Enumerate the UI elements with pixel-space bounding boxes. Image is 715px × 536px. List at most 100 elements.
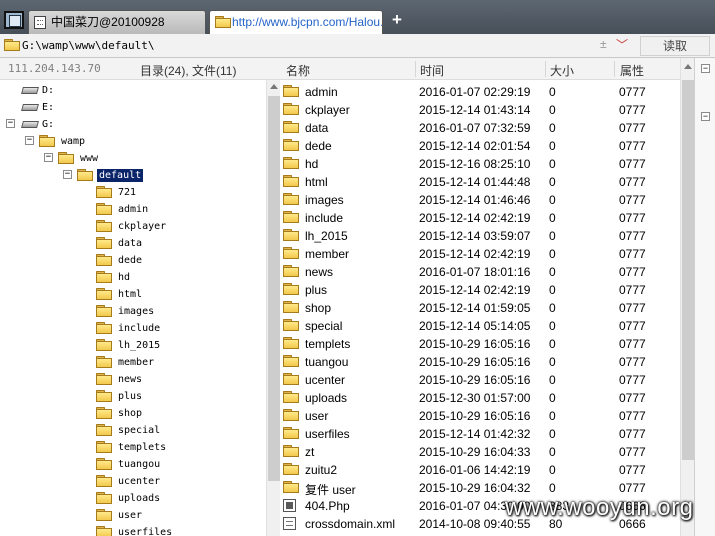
folder-icon — [4, 39, 20, 51]
file-name: images — [305, 193, 344, 207]
tree-folder[interactable]: − default — [0, 167, 266, 184]
scroll-up-icon[interactable] — [270, 84, 278, 89]
file-list-scrollbar[interactable] — [680, 58, 694, 536]
scrollbar-thumb[interactable] — [268, 96, 280, 481]
folder-row[interactable]: plus 2015-12-14 02:42:19 0 0777 — [280, 280, 680, 298]
folder-row[interactable]: templets 2015-10-29 16:05:16 0 0777 — [280, 334, 680, 352]
file-time: 2015-10-29 16:05:16 — [419, 373, 531, 387]
tree-collapse-icon[interactable]: − — [44, 153, 53, 162]
folder-icon — [283, 463, 299, 475]
file-perm: 0777 — [619, 409, 646, 423]
folder-row[interactable]: news 2016-01-07 18:01:16 0 0777 — [280, 262, 680, 280]
file-name: data — [305, 121, 329, 135]
collapse-icon[interactable]: − — [701, 112, 710, 121]
tree-folder[interactable]: news — [0, 371, 266, 388]
column-separator — [545, 61, 546, 77]
folder-row[interactable]: userfiles 2015-12-14 01:42:32 0 0777 — [280, 424, 680, 442]
column-header-time[interactable]: 时间 — [420, 62, 444, 79]
tree-folder[interactable]: templets — [0, 439, 266, 456]
tree-folder[interactable]: 721 — [0, 184, 266, 201]
tree-folder[interactable]: dede — [0, 252, 266, 269]
tree-drive[interactable]: D: — [0, 82, 266, 99]
tree-drive[interactable]: E: — [0, 99, 266, 116]
folder-icon — [283, 157, 299, 169]
tree-folder[interactable]: ucenter — [0, 473, 266, 490]
app-menu-icon[interactable] — [4, 11, 24, 29]
tree-folder[interactable]: uploads — [0, 490, 266, 507]
file-size: 0 — [549, 463, 556, 477]
folder-icon — [96, 492, 112, 504]
file-size: 0 — [549, 85, 556, 99]
tab-label: 中国菜刀@20100928 — [51, 15, 165, 29]
tree-collapse-icon[interactable]: − — [63, 170, 72, 179]
folder-row[interactable]: user 2015-10-29 16:05:16 0 0777 — [280, 406, 680, 424]
tree-label: G: — [42, 119, 55, 130]
path-input[interactable] — [20, 37, 606, 55]
read-button[interactable]: 读取 — [640, 36, 710, 56]
tree-folder[interactable]: tuangou — [0, 456, 266, 473]
scroll-up-icon[interactable] — [684, 64, 692, 69]
tree-label: hd — [118, 272, 131, 283]
tree-folder[interactable]: user — [0, 507, 266, 524]
file-name: 404.Php — [305, 499, 350, 513]
tree-scrollbar[interactable] — [266, 80, 280, 536]
column-header-perm[interactable]: 属性 — [620, 62, 644, 79]
tree-folder[interactable]: member — [0, 354, 266, 371]
folder-row[interactable]: special 2015-12-14 05:14:05 0 0777 — [280, 316, 680, 334]
tab-chopper[interactable]: 中国菜刀@20100928 — [28, 10, 206, 34]
file-name: tuangou — [305, 355, 349, 369]
tree-folder[interactable]: html — [0, 286, 266, 303]
collapse-icon[interactable]: − — [701, 64, 710, 73]
folder-row[interactable]: admin 2016-01-07 02:29:19 0 0777 — [280, 82, 680, 100]
tree-folder[interactable]: admin — [0, 201, 266, 218]
folder-row[interactable]: lh_2015 2015-12-14 03:59:07 0 0777 — [280, 226, 680, 244]
folder-row[interactable]: data 2016-01-07 07:32:59 0 0777 — [280, 118, 680, 136]
folder-row[interactable]: tuangou 2015-10-29 16:05:16 0 0777 — [280, 352, 680, 370]
tree-folder[interactable]: data — [0, 235, 266, 252]
folder-row[interactable]: member 2015-12-14 02:42:19 0 0777 — [280, 244, 680, 262]
folder-row[interactable]: images 2015-12-14 01:46:46 0 0777 — [280, 190, 680, 208]
tree-folder[interactable]: − wamp — [0, 133, 266, 150]
folder-row[interactable]: hd 2015-12-16 08:25:10 0 0777 — [280, 154, 680, 172]
tree-folder[interactable]: − www — [0, 150, 266, 167]
tree-folder[interactable]: ckplayer — [0, 218, 266, 235]
file-name: userfiles — [305, 427, 350, 441]
folder-row[interactable]: shop 2015-12-14 01:59:05 0 0777 — [280, 298, 680, 316]
tree-folder[interactable]: plus — [0, 388, 266, 405]
file-perm: 0777 — [619, 121, 646, 135]
tree-folder[interactable]: shop — [0, 405, 266, 422]
file-name: news — [305, 265, 334, 279]
folder-row[interactable]: uploads 2015-12-30 01:57:00 0 0777 — [280, 388, 680, 406]
tree-collapse-icon[interactable]: − — [6, 119, 15, 128]
scrollbar-thumb[interactable] — [682, 80, 694, 460]
folder-row[interactable]: zt 2015-10-29 16:04:33 0 0777 — [280, 442, 680, 460]
tree-label: 721 — [118, 187, 137, 198]
tree-folder[interactable]: special — [0, 422, 266, 439]
tree-drive[interactable]: − G: — [0, 116, 266, 133]
file-perm: 0777 — [619, 445, 646, 459]
tree-collapse-icon[interactable]: − — [25, 136, 34, 145]
tree-folder[interactable]: lh_2015 — [0, 337, 266, 354]
tree-folder[interactable]: include — [0, 320, 266, 337]
tree-label: userfiles — [118, 527, 173, 536]
file-time: 2015-12-14 02:42:19 — [419, 211, 531, 225]
tree-folder[interactable]: images — [0, 303, 266, 320]
folder-row[interactable]: html 2015-12-14 01:44:48 0 0777 — [280, 172, 680, 190]
folder-row[interactable]: include 2015-12-14 02:42:19 0 0777 — [280, 208, 680, 226]
column-header-name[interactable]: 名称 — [286, 62, 310, 79]
tree-folder[interactable]: userfiles — [0, 524, 266, 536]
tab-url[interactable]: http://www.bjcpn.com/Halou... — [209, 10, 383, 34]
folder-row[interactable]: ckplayer 2015-12-14 01:43:14 0 0777 — [280, 100, 680, 118]
plus-minus-icon[interactable]: ± — [600, 37, 607, 51]
file-size: 0 — [549, 175, 556, 189]
chevron-down-icon[interactable]: ﹀ — [616, 36, 628, 53]
folder-icon — [283, 121, 299, 133]
tree-folder[interactable]: hd — [0, 269, 266, 286]
new-tab-icon[interactable]: + — [390, 11, 404, 28]
column-header-size[interactable]: 大小 — [550, 62, 574, 79]
folder-row[interactable]: dede 2015-12-14 02:01:54 0 0777 — [280, 136, 680, 154]
folder-row[interactable]: ucenter 2015-10-29 16:05:16 0 0777 — [280, 370, 680, 388]
folder-icon — [96, 271, 112, 283]
file-size: 0 — [549, 337, 556, 351]
folder-row[interactable]: zuitu2 2016-01-06 14:42:19 0 0777 — [280, 460, 680, 478]
